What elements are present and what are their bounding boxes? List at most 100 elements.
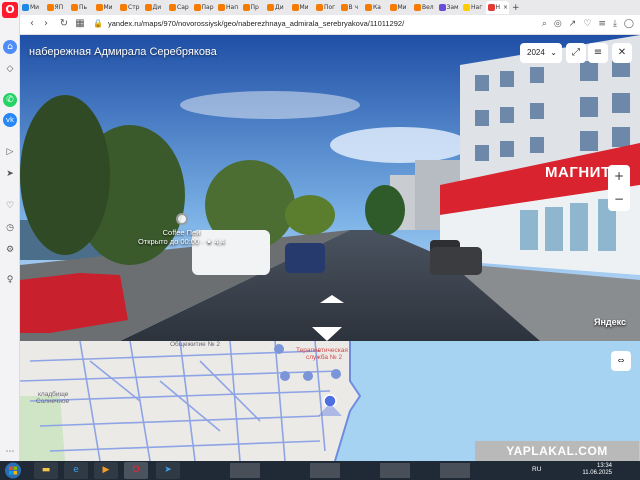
tab-label: Стр: [128, 4, 140, 11]
tab[interactable]: Пар: [192, 1, 216, 14]
tab-label: Сар: [177, 4, 189, 11]
forward-icon[interactable]: ›: [40, 18, 52, 30]
more-icon[interactable]: ⋯: [3, 445, 17, 459]
tab-label: Ми: [299, 4, 309, 11]
tab[interactable]: Ди: [265, 1, 289, 14]
tab-favicon: [95, 4, 103, 11]
send-icon[interactable]: ➤: [3, 167, 17, 181]
menu-icon[interactable]: ≡: [588, 43, 608, 63]
menu-icon[interactable]: ≡: [598, 19, 606, 29]
clock[interactable]: 13:34 11.06.2025: [582, 463, 612, 477]
secure-lock-icon: 🔒: [93, 19, 103, 28]
tab[interactable]: Нап: [216, 1, 240, 14]
tab-favicon: [438, 4, 446, 11]
internet-explorer-icon[interactable]: e: [64, 462, 88, 479]
tab-label: В ч: [348, 4, 359, 11]
tab[interactable]: Ка: [363, 1, 387, 14]
close-icon[interactable]: ✕: [612, 43, 632, 63]
opera-taskbar-icon[interactable]: O: [124, 462, 148, 479]
tab-active[interactable]: Н ×: [485, 1, 509, 14]
tab-favicon: [193, 4, 201, 11]
heart-icon[interactable]: ♡: [583, 19, 591, 29]
fullscreen-icon[interactable]: ⤢: [566, 43, 586, 63]
tab-label: Пар: [201, 4, 214, 11]
clock-time: 13:34: [596, 463, 612, 469]
tab-favicon: [71, 4, 78, 11]
vk-icon[interactable]: vk: [3, 113, 17, 127]
tab-favicon: [144, 4, 152, 11]
tab-label: Ми: [103, 4, 113, 11]
address-bar-row: ‹ › ↻ ▦ 🔒 yandex.ru/maps/970/novorossiys…: [20, 15, 640, 35]
year-select[interactable]: 2024 ⌄: [520, 43, 562, 63]
tab[interactable]: Пог: [314, 1, 338, 14]
poi-marker[interactable]: Coffee Пей Открыто до 00:00 · ★ 4,4: [138, 213, 225, 246]
map-label: Общежитие № 2: [170, 341, 220, 348]
reload-icon[interactable]: ↻: [58, 18, 70, 30]
whatsapp-icon[interactable]: ✆: [3, 93, 17, 107]
tab[interactable]: Наг: [461, 1, 485, 14]
tab[interactable]: Сар: [167, 1, 191, 14]
profile-icon[interactable]: ◯: [624, 19, 634, 29]
tab[interactable]: Зам: [437, 1, 461, 14]
tab-favicon: [389, 4, 397, 11]
tab[interactable]: Вел: [412, 1, 436, 14]
settings-icon[interactable]: ⚙: [3, 243, 17, 257]
tab-favicon: [46, 4, 54, 11]
new-tab-icon[interactable]: +: [512, 3, 520, 13]
share-icon[interactable]: ↗: [569, 19, 577, 29]
tab-label: Наг: [471, 4, 483, 11]
tab-favicon: [340, 4, 348, 11]
tab-label: Пог: [324, 4, 336, 11]
zoom-out-button[interactable]: −: [608, 188, 630, 211]
tab-close-icon[interactable]: ×: [503, 4, 508, 11]
mini-map[interactable]: Общежитие № 2 Терапевтическая служба № 2…: [20, 341, 640, 461]
windows-start-icon[interactable]: [3, 462, 23, 479]
collapse-map-icon[interactable]: ⇔: [611, 351, 631, 371]
pin-icon[interactable]: ◇: [3, 62, 17, 76]
file-explorer-icon[interactable]: ▬: [34, 462, 58, 479]
panorama-scene: [20, 35, 640, 341]
tab[interactable]: Ми: [388, 1, 412, 14]
back-icon[interactable]: ‹: [26, 18, 38, 30]
player-icon[interactable]: ▷: [3, 145, 17, 159]
telegram-icon[interactable]: ➤: [156, 462, 180, 479]
tab-favicon: [267, 4, 274, 11]
taskbar-thumbnail: [310, 463, 340, 478]
tab-favicon: [487, 4, 495, 11]
media-player-icon[interactable]: ▶: [94, 462, 118, 479]
search-icon[interactable]: ⌕: [542, 19, 547, 29]
opera-logo-icon[interactable]: O: [2, 2, 18, 18]
language-indicator[interactable]: RU: [532, 466, 541, 473]
tab-strip: Ми ЯП Пь Ми Стр Ди Сар Пар Нап Пр Ди Ми …: [20, 0, 640, 15]
tab-label: Пр: [250, 4, 259, 11]
tabs-overview-icon[interactable]: ▦: [74, 18, 86, 30]
taskbar: ▬ e ▶ O ➤ RU 13:34 11.06.2025: [0, 461, 640, 480]
taskbar-thumbnail: [380, 463, 410, 478]
history-icon[interactable]: ◷: [3, 221, 17, 235]
chevron-down-icon: ⌄: [550, 48, 557, 57]
street-name-title: набережная Адмирала Серебрякова: [29, 46, 217, 58]
tab-favicon: [120, 4, 127, 11]
zoom-in-button[interactable]: +: [608, 165, 630, 188]
tab[interactable]: ЯП: [45, 1, 69, 14]
heart-icon[interactable]: ♡: [3, 199, 17, 213]
tab[interactable]: В ч: [339, 1, 363, 14]
street-panorama[interactable]: набережная Адмирала Серебрякова 2024 ⌄ ⤢ …: [20, 35, 640, 341]
tab[interactable]: Ди: [143, 1, 167, 14]
taskbar-thumbnail: [230, 463, 260, 478]
tab-label: Вел: [422, 4, 434, 11]
camera-icon[interactable]: ◎: [554, 19, 562, 29]
tab[interactable]: Пр: [241, 1, 265, 14]
tab[interactable]: Ми: [94, 1, 118, 14]
lightbulb-icon[interactable]: ♀: [3, 273, 17, 287]
tab-favicon: [218, 4, 225, 11]
url-field[interactable]: yandex.ru/maps/970/novorossiysk/geo/nabe…: [108, 19, 404, 28]
tab[interactable]: Ми: [20, 1, 44, 14]
home-icon[interactable]: ⌂: [3, 40, 17, 54]
tab[interactable]: Стр: [118, 1, 142, 14]
download-icon[interactable]: ⤓: [613, 19, 617, 29]
clock-date: 11.06.2025: [582, 470, 612, 476]
tab[interactable]: Ми: [290, 1, 314, 14]
coffee-icon: [175, 213, 188, 225]
tab[interactable]: Пь: [69, 1, 93, 14]
